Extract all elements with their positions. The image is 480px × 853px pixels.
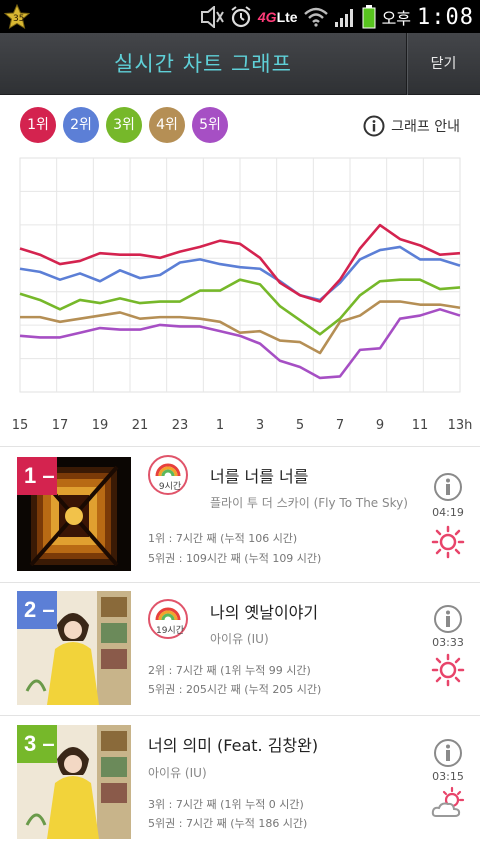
- mute-icon: [200, 6, 224, 28]
- top5-stat: 5위권 : 7시간 째 (누적 186 시간): [148, 817, 308, 830]
- notification-count: 35: [13, 14, 25, 24]
- realtime-chart: 15 17 19 21 23 1 3 5 7 9 11 13h: [0, 150, 480, 440]
- x-tick-label: 11: [412, 418, 429, 433]
- app-header: 실시간 차트 그래프 닫기: [0, 33, 480, 95]
- chart-svg: 15 17 19 21 23 1 3 5 7 9 11 13h: [12, 157, 473, 433]
- chart-row-3[interactable]: 3 – 너의 의미 (Feat. 김창완) 아이유 (IU) 3위 : 7시간 …: [0, 716, 480, 850]
- sun-icon: [431, 653, 465, 687]
- alarm-icon: [231, 6, 251, 28]
- album-art: 1 –: [17, 457, 131, 571]
- rank-stat: 2위 : 7시간 째 (1위 누적 99 시간): [148, 664, 311, 677]
- top5-stat: 5위권 : 109시간 째 (누적 109 시간): [148, 552, 322, 565]
- rank-filter-chips: 1위 2위 3위 4위 5위: [20, 107, 228, 145]
- rank-chip-4[interactable]: 4위: [149, 107, 185, 143]
- hours-badge: 19시간: [148, 599, 188, 639]
- album-art: 3 –: [17, 725, 131, 839]
- x-tick-label: 13h: [448, 418, 473, 433]
- x-tick-label: 23: [172, 418, 189, 433]
- graph-guide-label: 그래프 안내: [391, 119, 460, 135]
- x-tick-label: 21: [132, 418, 149, 433]
- x-tick-label: 19: [92, 418, 109, 433]
- page-title: 실시간 차트 그래프: [114, 52, 292, 76]
- status-bar: 35 4GLte 오후 1:08: [0, 0, 480, 33]
- info-icon[interactable]: [433, 472, 463, 502]
- chart-row-2[interactable]: 2 – 19시간 나의 옛날이야기 아이유 (IU) 2위 : 7시간 째 (1…: [0, 582, 480, 716]
- sun-icon: [431, 525, 465, 559]
- chart-x-axis: 15 17 19 21 23 1 3 5 7 9 11 13h: [12, 418, 473, 433]
- song-artist: 아이유 (IU): [210, 632, 269, 646]
- rank-chip-2[interactable]: 2위: [63, 107, 99, 143]
- hours-badge: 9시간: [148, 455, 188, 495]
- rank-label: 3 –: [17, 725, 57, 763]
- rank-stat: 3위 : 7시간 째 (1위 누적 0 시간): [148, 798, 304, 811]
- battery-icon: [362, 5, 376, 29]
- x-tick-label: 3: [256, 418, 264, 433]
- info-icon[interactable]: [433, 604, 463, 634]
- info-icon: [363, 115, 385, 137]
- x-tick-label: 5: [296, 418, 304, 433]
- x-tick-label: 9: [376, 418, 384, 433]
- x-tick-label: 15: [12, 418, 29, 433]
- rank-stat: 1위 : 7시간 째 (누적 106 시간): [148, 532, 298, 545]
- x-tick-label: 17: [52, 418, 69, 433]
- top5-stat: 5위권 : 205시간 째 (누적 205 시간): [148, 683, 322, 696]
- wifi-icon: [303, 7, 328, 27]
- signal-icon: [334, 9, 353, 27]
- song-title: 나의 옛날이야기: [210, 603, 319, 622]
- partly-cloudy-icon: [431, 786, 465, 817]
- rank-chip-5[interactable]: 5위: [192, 107, 228, 143]
- rank-chip-1[interactable]: 1위: [20, 107, 56, 143]
- album-art: 2 –: [17, 591, 131, 705]
- clock: 1:08: [417, 4, 474, 30]
- close-button[interactable]: 닫기: [406, 33, 480, 95]
- time-label: 04:19: [432, 506, 464, 519]
- chart-row-1[interactable]: 1 – 9시간 너를 너를 너를 플라이 투 더 스카이 (Fly To The…: [0, 448, 480, 582]
- divider: [0, 446, 480, 447]
- song-title: 너의 의미 (Feat. 김창완): [148, 736, 319, 755]
- x-tick-label: 1: [216, 418, 224, 433]
- song-artist: 플라이 투 더 스카이 (Fly To The Sky): [210, 496, 408, 510]
- rank-label: 2 –: [17, 591, 57, 629]
- song-artist: 아이유 (IU): [148, 766, 207, 780]
- ampm: 오후: [381, 9, 412, 28]
- rank-label: 1 –: [17, 457, 57, 495]
- x-tick-label: 7: [336, 418, 344, 433]
- info-icon[interactable]: [433, 738, 463, 768]
- rank-chip-3[interactable]: 3위: [106, 107, 142, 143]
- song-title: 너를 너를 너를: [210, 467, 309, 486]
- graph-guide-button[interactable]: 그래프 안내: [363, 113, 460, 139]
- network-type: 4GLte: [257, 9, 298, 25]
- time-label: 03:33: [432, 636, 464, 649]
- time-label: 03:15: [432, 770, 464, 783]
